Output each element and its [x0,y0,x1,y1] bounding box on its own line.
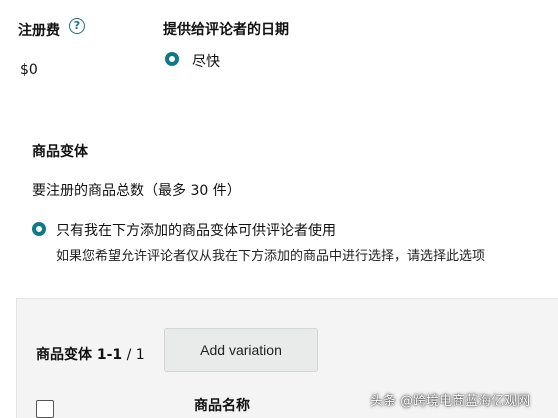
pager-range: 商品变体 1-1 [36,347,123,363]
watermark-text: 头条 @跨境电商蓝海亿观网 [370,394,531,409]
variants-section-title: 商品变体 [32,144,88,160]
pager-separator: / [122,347,136,363]
radio-selected-icon[interactable] [32,222,46,236]
total-products-label: 要注册的商品总数（最多 30 件） [32,183,241,199]
registration-fee-label: 注册费 [18,23,60,39]
question-circle-icon[interactable]: ? [69,18,85,34]
variants-pager: 商品变体 1-1 / 1 [36,344,145,364]
checkbox-icon[interactable] [36,400,54,418]
radio-selected-icon[interactable] [165,52,179,66]
reviewer-date-label: 提供给评论者的日期 [163,22,289,38]
asap-option-label[interactable]: 尽快 [192,51,220,71]
column-header-product-name: 商品名称 [194,398,250,414]
add-variation-button[interactable]: Add variation [164,328,318,372]
registration-fee-value: $0 [20,62,38,78]
only-added-variants-help-text: 如果您希望允许评论者仅从我在下方添加的商品中进行选择，请选择此选项 [56,249,486,264]
pager-total: 1 [135,347,145,363]
only-added-variants-option-label[interactable]: 只有我在下方添加的商品变体可供评论者使用 [56,220,336,240]
